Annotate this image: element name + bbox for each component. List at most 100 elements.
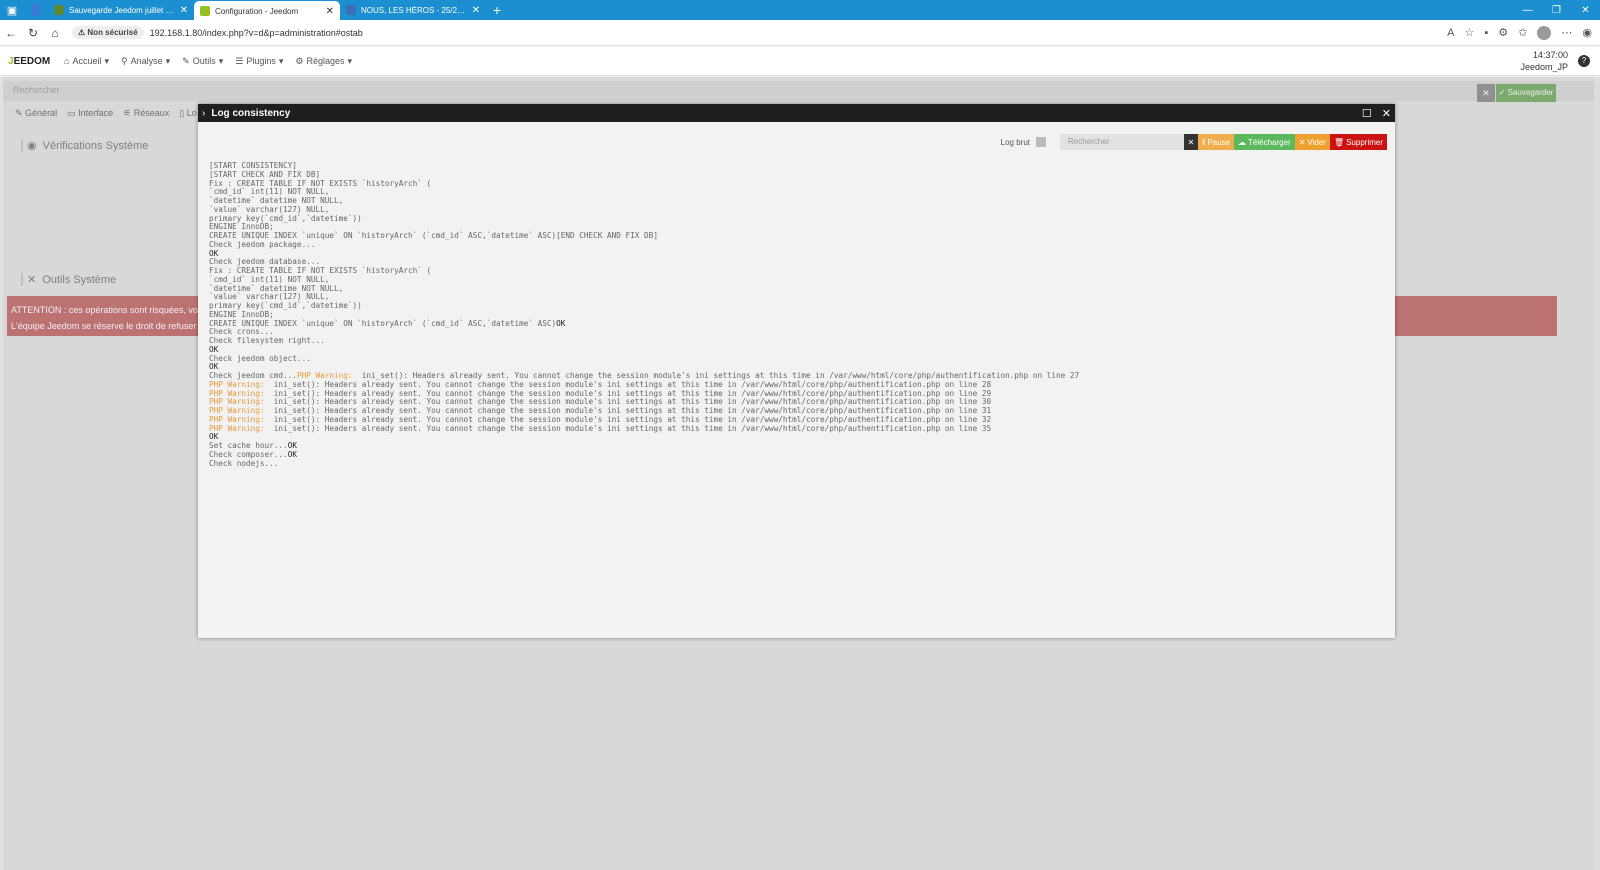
minimize-icon[interactable]: —: [1513, 0, 1542, 20]
log-line: `datetime` datetime NOT NULL,: [209, 196, 1079, 206]
clock-time: 14:37:00: [1532, 50, 1568, 60]
log-text: Check filesystem right...: [209, 336, 325, 345]
url-field[interactable]: ⚠ Non sécurisé 192.168.1.80/index.php?v=…: [72, 23, 1442, 43]
log-line: `datetime` datetime NOT NULL,: [209, 283, 1079, 294]
log-ok: OK: [556, 318, 566, 328]
tab-actions-icon[interactable]: ▣: [0, 0, 24, 20]
menu-outils[interactable]: ✎ Outils ▾: [182, 56, 223, 67]
log-warning: PHP Warning:: [209, 379, 265, 389]
log-ok: OK: [287, 449, 297, 459]
list-icon: ☰: [235, 55, 244, 66]
gear-icon: ⚙: [295, 55, 304, 66]
menu-accueil[interactable]: ⌂ Accueil ▾: [64, 56, 109, 67]
menu-label: Accueil: [72, 56, 102, 66]
log-text: Set cache hour...: [209, 441, 288, 450]
log-line: Check jeedom object...: [209, 354, 1079, 364]
log-text: `value` varchar(127) NULL,: [209, 204, 330, 214]
jeedom-logo[interactable]: JEEDOM: [0, 56, 52, 67]
new-tab-button[interactable]: +: [486, 0, 508, 20]
favorite-star-icon[interactable]: ☆: [1465, 26, 1475, 39]
close-window-icon[interactable]: ✕: [1571, 0, 1600, 20]
pause-button[interactable]: ‖ Pause: [1198, 134, 1235, 150]
maximize-icon[interactable]: ☐: [1362, 107, 1372, 120]
logo-text: EEDOM: [13, 55, 51, 67]
log-text: `cmd_id` int(11) NOT NULL,: [209, 274, 330, 284]
close-tab-icon[interactable]: ✕: [180, 5, 188, 16]
home-icon[interactable]: ⌂: [44, 26, 66, 40]
log-ok: OK: [209, 248, 219, 258]
clear-log-search-button[interactable]: ✕: [1184, 134, 1199, 150]
reload-icon[interactable]: ↻: [22, 26, 44, 40]
close-tab-icon[interactable]: ✕: [326, 6, 334, 17]
close-icon[interactable]: ✕: [1382, 107, 1391, 120]
empty-label: Vider: [1307, 137, 1326, 147]
menu-label: Plugins: [246, 56, 276, 66]
sidebar-tab-icon[interactable]: [24, 0, 48, 20]
security-label: Non sécurisé: [87, 28, 138, 37]
browser-tab-1[interactable]: Sauvegarde Jeedom juillet 2025 ✕: [48, 0, 194, 20]
delete-label: Supprimer: [1346, 137, 1383, 147]
menu-reglages[interactable]: ⚙ Réglages ▾: [295, 56, 352, 67]
delete-button[interactable]: 🗑 Supprimer: [1329, 134, 1387, 150]
tab-title: Configuration - Jeedom: [215, 6, 299, 16]
empty-button[interactable]: ✕ Vider: [1294, 134, 1330, 150]
log-ok: OK: [209, 432, 219, 442]
log-line: Check jeedom package...: [209, 239, 1079, 250]
page-scrollbar[interactable]: [1594, 77, 1600, 870]
close-tab-icon[interactable]: ✕: [472, 5, 480, 16]
profile-avatar[interactable]: [1537, 25, 1552, 40]
download-label: Télécharger: [1248, 137, 1291, 147]
user-name[interactable]: Jeedom_JP: [1520, 61, 1568, 73]
browser-tab-2[interactable]: Configuration - Jeedom ✕: [194, 1, 340, 21]
browser-tab-3[interactable]: NOUS, LES HÉROS - 25/26 - La C ✕: [340, 0, 486, 20]
pause-label: Pause: [1207, 137, 1231, 147]
log-line: CREATE UNIQUE INDEX `unique` ON `history…: [209, 318, 1079, 329]
log-text: [START CONSISTENCY]: [209, 161, 297, 170]
log-text: CREATE UNIQUE INDEX `unique` ON `history…: [209, 318, 557, 328]
log-line: primary key(`cmd_id`,`datetime`)): [209, 214, 1079, 224]
log-text: ini_set(): Headers already sent. You can…: [264, 379, 992, 389]
more-menu-icon[interactable]: ⋯: [1561, 26, 1572, 39]
help-icon[interactable]: ?: [1578, 55, 1590, 67]
log-raw-checkbox[interactable]: [1036, 137, 1047, 147]
log-text: CREATE UNIQUE INDEX `unique` ON `history…: [209, 231, 658, 240]
log-line: OK: [209, 345, 1079, 355]
log-text: `cmd_id` int(11) NOT NULL,: [209, 187, 330, 197]
log-line: OK: [209, 248, 1079, 259]
restore-icon[interactable]: ❐: [1542, 0, 1571, 20]
menu-plugins[interactable]: ☰ Plugins ▾: [235, 56, 283, 67]
log-ok: OK: [287, 441, 297, 450]
log-warning: PHP Warning:: [209, 423, 265, 433]
log-line: Fix : CREATE TABLE IF NOT EXISTS `histor…: [209, 179, 1079, 189]
log-text: Check jeedom cmd...: [209, 371, 297, 380]
download-button[interactable]: ☁ Télécharger: [1234, 134, 1295, 150]
log-text: `datetime` datetime NOT NULL,: [209, 283, 344, 293]
log-search-input[interactable]: Rechercher: [1060, 134, 1185, 150]
log-ok: OK: [209, 362, 219, 372]
log-line: Check nodejs...: [209, 459, 1079, 469]
browser-tabbar: ▣ Sauvegarde Jeedom juillet 2025 ✕ Confi…: [0, 0, 1600, 21]
extension-icon[interactable]: ▪: [1484, 27, 1488, 39]
extensions-puzzle-icon[interactable]: ⚙: [1498, 26, 1508, 39]
clock: 14:37:00 Jeedom_JP: [1520, 49, 1568, 73]
read-aloud-icon[interactable]: A: [1447, 27, 1454, 39]
back-icon[interactable]: ←: [0, 26, 22, 40]
modal-title: Log consistency: [211, 107, 291, 119]
chevron-right-icon: ›: [202, 107, 206, 119]
log-text: Check composer...: [209, 449, 288, 459]
log-output: [START CONSISTENCY] [START CHECK AND FIX …: [209, 161, 1079, 469]
favorites-icon[interactable]: ✩: [1518, 26, 1527, 39]
log-text: Fix : CREATE TABLE IF NOT EXISTS `histor…: [209, 266, 432, 275]
tab-title: Sauvegarde Jeedom juillet 2025: [69, 5, 175, 15]
log-text: ini_set(): Headers already sent. You can…: [264, 414, 992, 424]
menu-analyse[interactable]: ⚲ Analyse ▾: [121, 56, 170, 67]
log-toolbar: Log brut Rechercher ✕ ‖ Pause ☁ Téléchar…: [1001, 134, 1387, 150]
log-consistency-modal: › Log consistency ☐ ✕ Log brut Recherche…: [198, 104, 1395, 638]
copilot-icon[interactable]: ◉: [1582, 26, 1592, 39]
log-text: Check jeedom package...: [209, 239, 316, 249]
security-badge[interactable]: ⚠ Non sécurisé: [72, 26, 144, 39]
modal-titlebar[interactable]: › Log consistency ☐ ✕: [198, 104, 1395, 122]
jeedom-navbar: JEEDOM ⌂ Accueil ▾ ⚲ Analyse ▾ ✎ Outils ▾ ☰…: [0, 47, 1600, 76]
log-raw-label: Log brut: [1000, 137, 1031, 147]
log-line: Check composer...OK: [209, 449, 1079, 460]
